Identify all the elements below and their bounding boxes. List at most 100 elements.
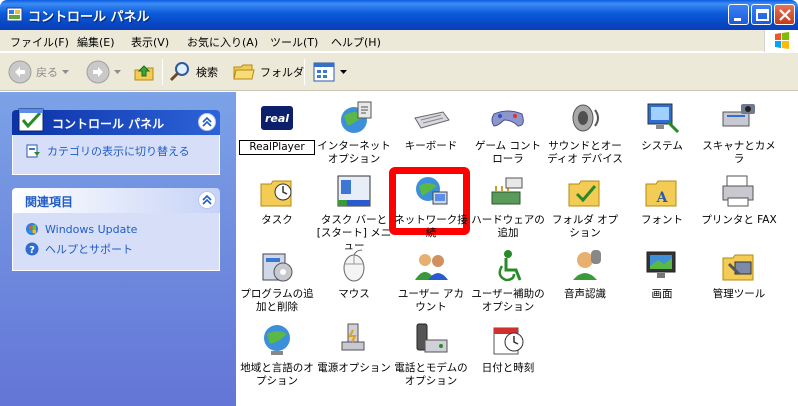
- search-icon: [169, 62, 189, 82]
- back-arrow-icon: [8, 60, 32, 84]
- cp-item-user-accounts[interactable]: ユーザー アカウント: [393, 246, 469, 314]
- close-button[interactable]: [774, 4, 795, 25]
- menu-help[interactable]: ヘルプ(H): [331, 34, 381, 50]
- cp-item-accessibility[interactable]: ユーザー補助のオプション: [470, 246, 546, 314]
- menu-bar: ファイル(F) 編集(E) 表示(V) お気に入り(A) ツール(T) ヘルプ(…: [0, 30, 798, 52]
- menu-edit[interactable]: 編集(E): [77, 34, 115, 50]
- collapse-button[interactable]: [198, 191, 216, 209]
- folder-options-icon: [568, 180, 600, 207]
- internet-options-icon: [341, 101, 372, 133]
- network-connections-icon: [416, 177, 448, 205]
- related-body: Windows Update ? ヘルプとサポート: [12, 213, 220, 271]
- speaker-icon: [572, 104, 599, 132]
- scheduled-tasks-icon: [260, 180, 292, 207]
- collapse-button[interactable]: [198, 113, 216, 131]
- cp-item-label: サウンドとオーディオ デバイス: [547, 140, 623, 165]
- cp-item-mouse[interactable]: マウス: [316, 246, 392, 301]
- cp-item-label: 地域と言語のオプション: [240, 362, 314, 387]
- cp-item-display[interactable]: 画面: [624, 246, 700, 301]
- cp-item-keyboard[interactable]: キーボード: [393, 98, 469, 153]
- game-controller-icon: [491, 110, 524, 127]
- search-button[interactable]: 検索: [168, 59, 218, 85]
- window-title: コントロール パネル: [28, 10, 150, 25]
- cp-item-label: マウス: [338, 288, 370, 300]
- views-button[interactable]: [312, 59, 347, 85]
- menu-tools[interactable]: ツール(T): [270, 34, 318, 50]
- cp-item-printer[interactable]: プリンタと FAX: [701, 172, 777, 227]
- scanner-camera-icon: [722, 104, 755, 127]
- cp-item-label: 日付と時刻: [481, 362, 535, 374]
- cp-item-internet-options[interactable]: インターネット オプション: [316, 98, 392, 166]
- category-view-icon: [26, 144, 40, 158]
- chevron-up-icon: [202, 116, 212, 127]
- folders-button[interactable]: フォルダ: [232, 59, 304, 85]
- cp-item-label: プリンタと FAX: [701, 214, 777, 226]
- switch-category-view-link[interactable]: カテゴリの表示に切り替える: [25, 141, 209, 161]
- menu-file[interactable]: ファイル(F): [10, 34, 69, 50]
- cp-item-phone-modem[interactable]: 電話とモデムのオプション: [393, 320, 469, 388]
- system-icon: [647, 103, 680, 134]
- cp-item-scanner-camera[interactable]: スキャナとカメラ: [701, 98, 777, 166]
- folder-icon: [233, 64, 255, 80]
- cp-item-network-connections[interactable]: ネットワーク接続: [393, 172, 469, 240]
- title-bar[interactable]: コントロール パネル: [0, 0, 798, 30]
- cp-item-date-time[interactable]: 日付と時刻: [470, 320, 546, 375]
- related-header[interactable]: 関連項目: [12, 188, 220, 213]
- cp-item-realplayer[interactable]: real RealPlayer: [239, 98, 315, 155]
- close-icon: [779, 9, 791, 21]
- menu-favorites[interactable]: お気に入り(A): [187, 34, 258, 50]
- views-icon: [313, 62, 335, 82]
- windows-logo: [764, 30, 798, 52]
- cp-item-admin-tools[interactable]: 管理ツール: [701, 246, 777, 301]
- cp-item-fonts-folder[interactable]: A フォント: [624, 172, 700, 227]
- help-support-link[interactable]: ? ヘルプとサポート: [25, 239, 209, 259]
- cp-item-power-options[interactable]: 電源オプション: [316, 320, 392, 375]
- cp-item-label: ハードウェアの追加: [471, 214, 545, 239]
- date-time-icon: [493, 327, 524, 355]
- forward-button[interactable]: [86, 59, 121, 85]
- cp-item-label: 電話とモデムのオプション: [394, 362, 468, 387]
- cp-item-label: フォント: [641, 214, 683, 226]
- cp-item-label: ゲーム コントローラ: [474, 140, 542, 165]
- cp-item-label: システム: [641, 140, 683, 152]
- maximize-icon: [756, 9, 769, 21]
- cp-item-speech[interactable]: 音声認識: [547, 246, 623, 301]
- admin-tools-icon: [722, 254, 754, 281]
- cp-item-taskbar[interactable]: タスク バーと [スタート] メニュー: [316, 172, 392, 253]
- task-box-body: カテゴリの表示に切り替える: [12, 135, 220, 175]
- cp-item-label: スキャナとカメラ: [702, 140, 776, 165]
- cp-item-label: 音声認識: [564, 288, 606, 300]
- control-panel-icon: [18, 108, 44, 132]
- cp-item-add-remove-programs[interactable]: プログラムの追加と削除: [239, 246, 315, 314]
- cp-item-label: フォルダ オプション: [551, 214, 619, 239]
- back-button[interactable]: 戻る: [8, 59, 69, 85]
- minimize-button[interactable]: [728, 4, 749, 25]
- cp-item-system[interactable]: システム: [624, 98, 700, 153]
- up-button[interactable]: [132, 59, 156, 85]
- realplayer-icon: real: [261, 106, 293, 130]
- control-panel-items: real RealPlayer インターネット オプション キーボード ゲーム コントロ…: [236, 92, 798, 406]
- toolbar: 戻る 検索 フォルダ: [0, 53, 798, 91]
- cp-item-folder-options[interactable]: フォルダ オプション: [547, 172, 623, 240]
- maximize-button[interactable]: [751, 4, 772, 25]
- help-icon: ?: [25, 242, 39, 256]
- windows-update-link[interactable]: Windows Update: [25, 219, 209, 239]
- cp-item-label: ユーザー補助のオプション: [471, 288, 545, 313]
- cp-item-add-hardware[interactable]: ハードウェアの追加: [470, 172, 546, 240]
- cp-item-regional-globe[interactable]: 地域と言語のオプション: [239, 320, 315, 388]
- cp-item-speaker[interactable]: サウンドとオーディオ デバイス: [547, 98, 623, 166]
- minimize-icon: [734, 18, 741, 21]
- forward-arrow-icon: [86, 60, 110, 84]
- control-panel-task-box: コントロール パネル カテゴリの表示に切り替える: [12, 108, 220, 175]
- task-box-header[interactable]: コントロール パネル: [12, 108, 220, 135]
- cp-item-game-controller[interactable]: ゲーム コントローラ: [470, 98, 546, 166]
- related-task-box: 関連項目 Windows Update ? ヘルプとサポート: [12, 188, 220, 271]
- cp-item-label: 管理ツール: [712, 288, 766, 300]
- cp-item-label: キーボード: [404, 140, 458, 152]
- svg-text:?: ?: [29, 245, 35, 256]
- menu-view[interactable]: 表示(V): [131, 34, 169, 50]
- taskbar-icon: [337, 175, 371, 207]
- windows-update-icon: [26, 223, 38, 235]
- cp-item-scheduled-tasks[interactable]: タスク: [239, 172, 315, 227]
- folder-up-icon: [134, 65, 154, 81]
